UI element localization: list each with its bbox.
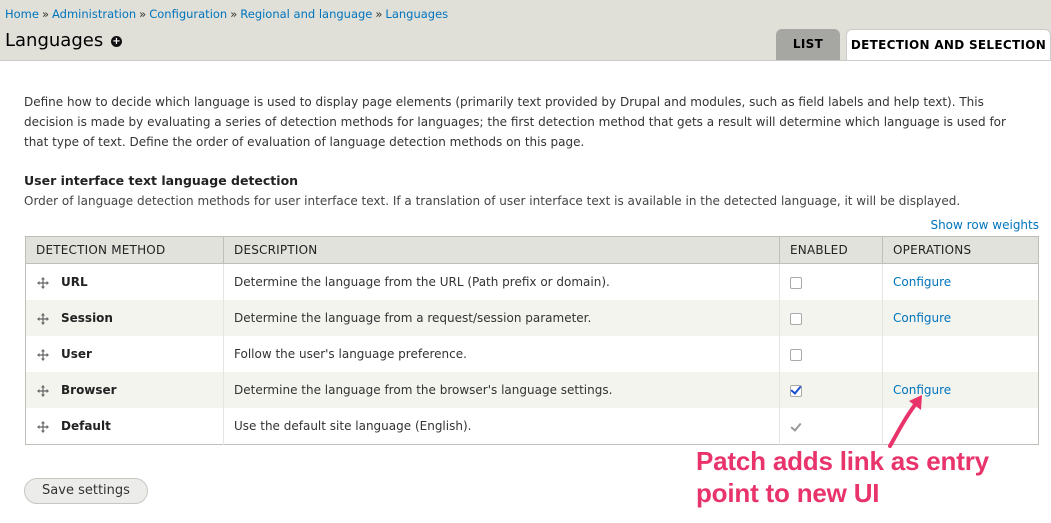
- header-enabled: ENABLED: [779, 236, 883, 264]
- breadcrumb-separator: »: [230, 7, 238, 21]
- enabled-cell: [779, 408, 883, 445]
- configure-link[interactable]: Configure: [893, 275, 951, 289]
- drag-handle-icon[interactable]: [37, 420, 49, 433]
- method-name: Browser: [61, 383, 117, 397]
- header-description: DESCRIPTION: [223, 236, 780, 264]
- breadcrumb-configuration[interactable]: Configuration: [149, 7, 227, 21]
- breadcrumb-separator: »: [139, 7, 147, 21]
- breadcrumb-administration[interactable]: Administration: [52, 7, 136, 21]
- method-cell: URL: [25, 263, 224, 300]
- enabled-checkbox[interactable]: [790, 276, 802, 289]
- drag-handle-icon[interactable]: [37, 348, 49, 361]
- method-name: Default: [61, 419, 111, 433]
- enabled-checkbox[interactable]: [790, 312, 802, 325]
- table-row: Session Determine the language from a re…: [25, 300, 1039, 336]
- enabled-checkbox[interactable]: [790, 384, 802, 397]
- breadcrumb-regional-and-language[interactable]: Regional and language: [240, 7, 372, 21]
- method-name: Session: [61, 311, 113, 325]
- table-header-row: DETECTION METHOD DESCRIPTION ENABLED OPE…: [25, 236, 1039, 264]
- page-title: Languages: [5, 30, 104, 51]
- arrow-icon: [888, 395, 922, 448]
- annotation-callout: Patch adds link as entry point to new UI: [696, 445, 1046, 509]
- breadcrumb-separator: »: [41, 7, 50, 21]
- enabled-checkbox-disabled: [790, 422, 800, 432]
- table-row: User Follow the user's language preferen…: [25, 336, 1039, 372]
- enabled-cell: [779, 300, 883, 336]
- header-operations: OPERATIONS: [882, 236, 1039, 264]
- method-cell: User: [25, 336, 224, 372]
- save-settings-button[interactable]: Save settings: [24, 478, 148, 504]
- page-header: Home» Administration» Configuration» Region…: [0, 0, 1051, 61]
- method-name: URL: [61, 275, 88, 289]
- header-detection-method: DETECTION METHOD: [25, 236, 224, 264]
- method-description: Determine the language from the URL (Pat…: [223, 263, 780, 300]
- configure-link[interactable]: Configure: [893, 311, 951, 325]
- enabled-cell: [779, 336, 883, 372]
- annotation-line-1: Patch adds link as entry: [696, 446, 989, 476]
- enabled-checkbox[interactable]: [790, 348, 802, 361]
- method-description: Determine the language from a request/se…: [223, 300, 780, 336]
- intro-text: Define how to decide which language is u…: [24, 95, 1006, 149]
- drag-handle-icon[interactable]: [37, 312, 49, 325]
- drag-handle-icon[interactable]: [37, 276, 49, 289]
- plus-circle-icon[interactable]: +: [111, 36, 122, 47]
- annotation-line-2: point to new UI: [696, 478, 880, 508]
- method-description: Follow the user's language preference.: [223, 336, 780, 372]
- operations-cell: Configure: [882, 263, 1039, 300]
- tab-list[interactable]: LIST: [776, 29, 840, 60]
- breadcrumb-separator: »: [375, 7, 383, 21]
- enabled-cell: [779, 263, 883, 300]
- operations-cell: Configure: [882, 300, 1039, 336]
- method-description: Use the default site language (English).: [223, 408, 780, 445]
- method-cell: Default: [25, 408, 224, 445]
- enabled-cell: [779, 372, 883, 408]
- drag-handle-icon[interactable]: [37, 384, 49, 397]
- breadcrumb-home[interactable]: Home: [5, 7, 39, 21]
- method-description: Determine the language from the browser'…: [223, 372, 780, 408]
- method-name: User: [61, 347, 92, 361]
- method-cell: Browser: [25, 372, 224, 408]
- method-cell: Session: [25, 300, 224, 336]
- tab-detection-and-selection[interactable]: DETECTION AND SELECTION: [846, 29, 1051, 60]
- breadcrumb-languages[interactable]: Languages: [385, 7, 448, 21]
- operations-cell: [882, 336, 1039, 372]
- show-row-weights-link[interactable]: Show row weights: [930, 218, 1039, 232]
- breadcrumb: Home» Administration» Configuration» Region…: [5, 7, 448, 21]
- table-row: URL Determine the language from the URL …: [25, 263, 1039, 300]
- section-title: User interface text language detection: [24, 173, 299, 188]
- section-description: Order of language detection methods for …: [24, 194, 961, 208]
